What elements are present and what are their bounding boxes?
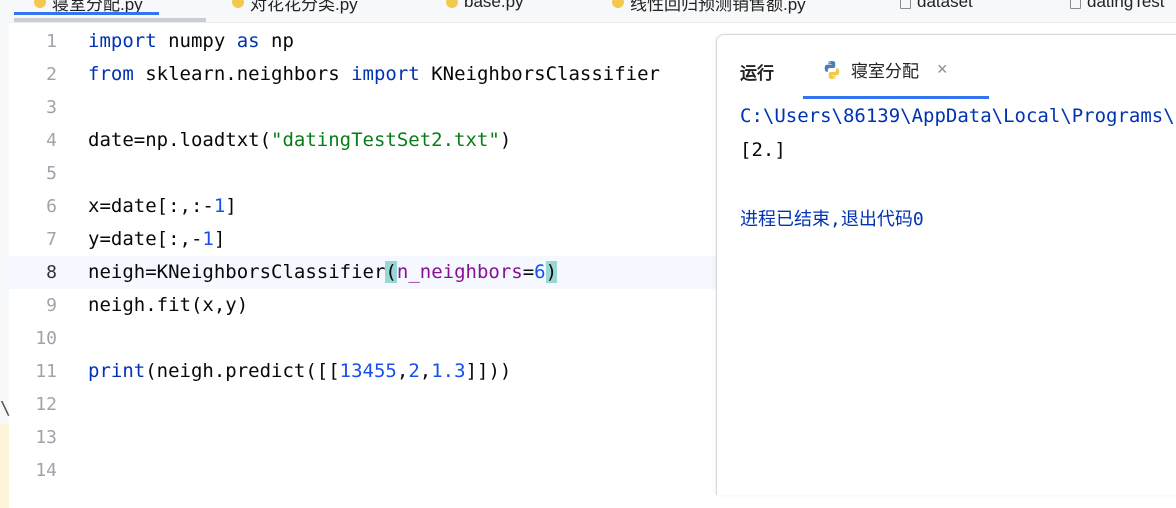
tab-base[interactable]: base.py [446,0,524,13]
tab-label: 寝室分配.py [52,0,143,14]
line-number: 7 [46,229,57,250]
tab-linear-regression[interactable]: 线性回归预测销售额.py [612,0,806,14]
tab-label: 线性回归预测销售额.py [630,0,806,14]
text-file-icon [1070,0,1081,9]
tab-dorm-allocation[interactable]: 寝室分配.py [14,0,159,15]
tab-label: datingTest [1087,0,1165,11]
python-logo-icon [824,60,840,79]
run-panel-title: 运行 [740,64,774,83]
line-number: 3 [46,97,57,118]
code-line-current[interactable]: 8 neigh=KNeighborsClassifier(n_neighbors… [9,256,716,289]
line-number: 1 [46,31,57,52]
code-text: print(neigh.predict([[13455,2,1.3]])) [88,360,512,382]
close-tab-icon[interactable]: × [937,59,948,80]
python-file-icon [232,0,244,8]
code-line[interactable]: 5 [9,157,716,190]
code-line[interactable]: 1 import numpy as np [9,25,716,58]
console-output-path: C:\Users\86139\AppData\Local\Programs\ [740,105,1175,127]
tab-label: dataset [917,0,973,11]
line-number: 2 [46,64,57,85]
run-panel-tabs: 运行 寝室分配 × [717,35,1176,99]
tab-dataset[interactable]: dataset [900,0,973,13]
line-number: 11 [35,361,57,382]
line-number: 4 [46,130,57,151]
editor-tab-bar: 寝室分配.py 对花花分类.py base.py 线性回归预测销售额.py da… [0,0,1176,23]
code-line[interactable]: 10 [9,322,716,355]
code-text: import numpy as np [88,30,294,52]
code-line[interactable]: 12 [9,388,716,421]
code-line[interactable]: 11 print(neigh.predict([[13455,2,1.3]])) [9,355,716,388]
line-number: 13 [35,427,57,448]
python-file-icon [34,0,46,8]
run-tab-dorm-allocation[interactable]: 寝室分配 × [821,57,948,82]
run-tab-active-indicator [803,96,989,99]
python-file-icon [612,0,624,8]
tab-dating-test[interactable]: datingTest [1070,0,1165,13]
code-line[interactable]: 6 x=date[:,:-1] [9,190,716,223]
code-text: x=date[:,:-1] [88,195,237,217]
code-line[interactable]: 3 [9,91,716,124]
line-number: 10 [35,328,57,349]
code-text: neigh.fit(x,y) [88,294,249,316]
code-line[interactable]: 2 from sklearn.neighbors import KNeighbo… [9,58,716,91]
line-number: 6 [46,196,57,217]
tab-label: base.py [464,0,524,11]
code-line[interactable]: 7 y=date[:,-1] [9,223,716,256]
text-file-icon [900,0,911,9]
code-text: neigh=KNeighborsClassifier(n_neighbors=6… [88,261,558,283]
gutter-marker [0,424,9,508]
code-editor[interactable]: 1 import numpy as np 2 from sklearn.neig… [9,22,716,486]
tab-flower-classify[interactable]: 对花花分类.py [232,0,358,14]
console-output-result: [2.] [740,139,786,161]
code-text: from sklearn.neighbors import KNeighbors… [88,63,660,85]
line-number: 14 [35,460,57,481]
tab-label: 对花花分类.py [250,0,358,14]
console-exit-message: 进程已结束,退出代码0 [740,209,924,230]
run-tab-label: 寝室分配 [851,62,919,81]
line-number: 9 [46,295,57,316]
code-text: date=np.loadtxt("datingTestSet2.txt") [88,129,512,151]
code-line[interactable]: 14 [9,454,716,487]
line-number: 12 [35,394,57,415]
line-number: 5 [46,163,57,184]
python-file-icon [446,0,458,8]
run-tool-window: 运行 寝室分配 × C:\Users\86139\AppData\Local\P… [716,34,1176,495]
code-line[interactable]: 13 [9,421,716,454]
code-line[interactable]: 9 neigh.fit(x,y) [9,289,716,322]
code-text: y=date[:,-1] [88,228,226,250]
code-line[interactable]: 4 date=np.loadtxt("datingTestSet2.txt") [9,124,716,157]
line-number: 8 [46,262,57,283]
